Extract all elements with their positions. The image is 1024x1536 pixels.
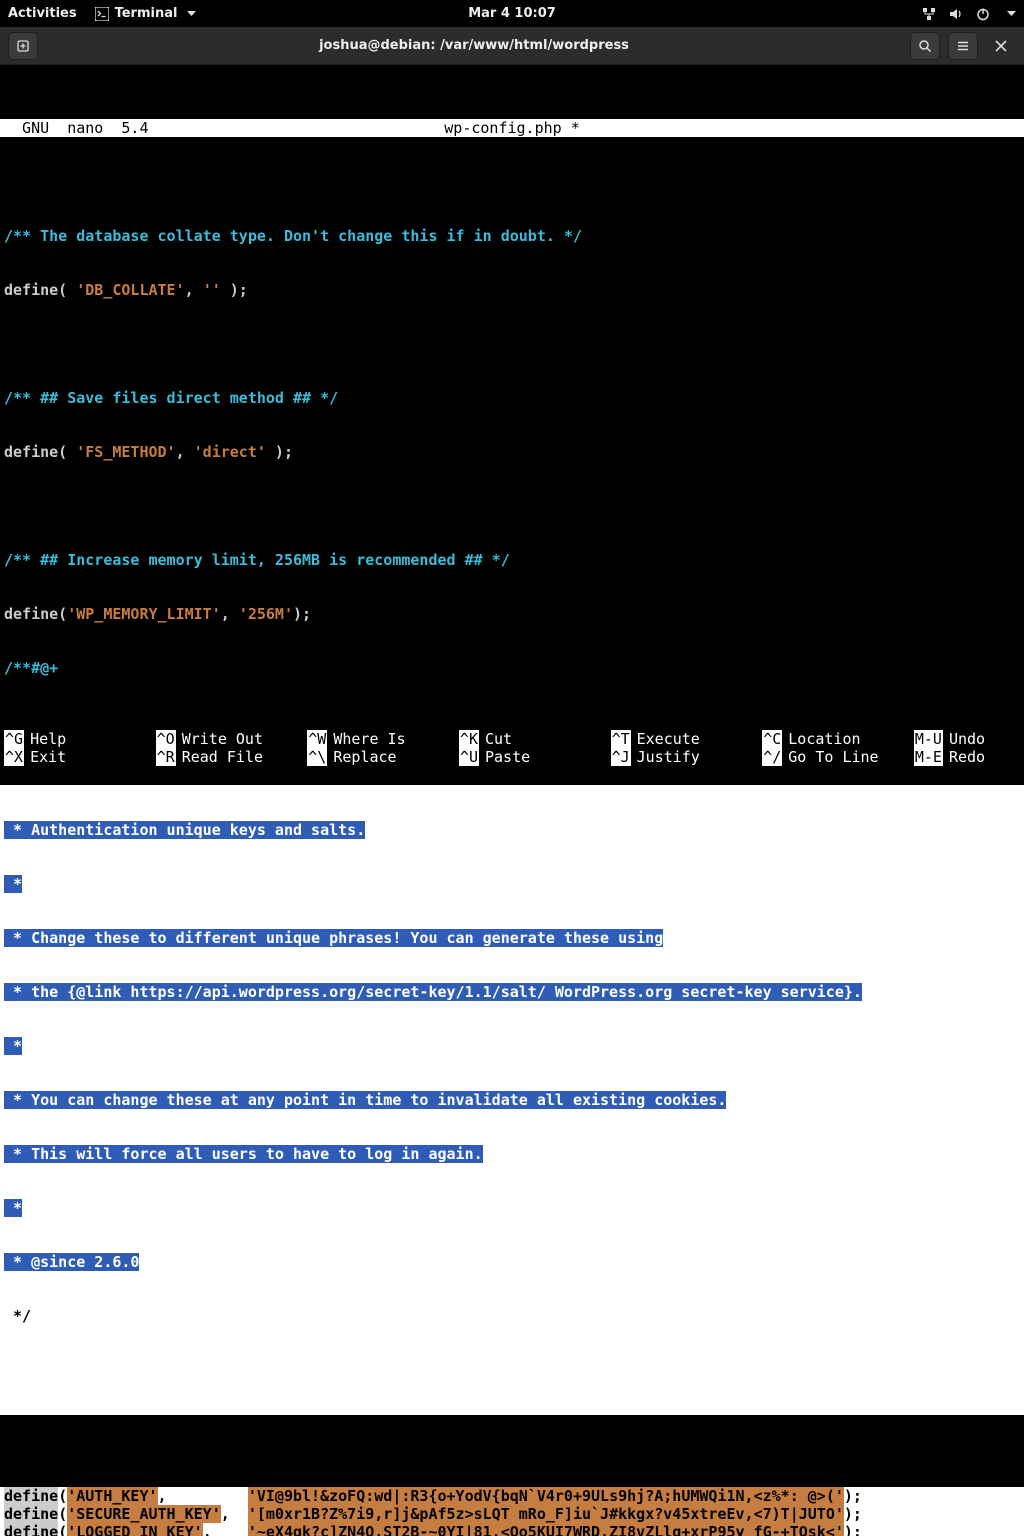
docblock-line: * xyxy=(4,1037,22,1055)
new-tab-button[interactable] xyxy=(8,32,38,60)
nano-header: GNU nano 5.4 wp-config.php * xyxy=(0,119,1024,137)
docblock-selection: * Authentication unique keys and salts. … xyxy=(0,785,1024,1415)
gnome-topbar: Activities Terminal Mar 4 10:07 xyxy=(0,0,1024,27)
docblock-line: */ xyxy=(4,1307,31,1325)
docblock-line: * Change these to different unique phras… xyxy=(4,929,663,947)
define-line: define('SECURE_AUTH_KEY', '[m0xr1B?Z%7i9… xyxy=(4,1505,1020,1523)
define-line: define('LOGGED_IN_KEY', '~eX4qk?c]ZN4O,S… xyxy=(4,1523,1020,1536)
new-tab-icon xyxy=(16,39,30,53)
nano-filename: wp-config.php * xyxy=(444,119,579,137)
app-menu[interactable]: Terminal xyxy=(95,6,197,21)
shortcut: ^\ Replace xyxy=(307,748,459,766)
terminal-icon xyxy=(95,7,109,21)
nano-version: GNU nano 5.4 xyxy=(4,119,149,137)
shortcut-label: Redo xyxy=(949,748,985,766)
shortcut: ^/ Go To Line xyxy=(762,748,914,766)
power-icon xyxy=(976,7,990,21)
shortcut-label: Help xyxy=(30,730,66,748)
shortcut-key: ^K xyxy=(459,730,479,748)
shortcut: ^J Justify xyxy=(611,748,763,766)
shortcut-label: Execute xyxy=(637,730,700,748)
shortcut: M-U Undo xyxy=(914,730,1020,748)
menu-button[interactable] xyxy=(948,32,978,60)
hamburger-icon xyxy=(956,39,970,53)
code-line: /** The database collate type. Don't cha… xyxy=(4,227,1020,245)
code-line: define( 'FS_METHOD', 'direct' ); xyxy=(4,443,1020,461)
shortcut-label: Undo xyxy=(949,730,985,748)
shortcut-key: M-U xyxy=(914,730,943,748)
docblock-line: * xyxy=(4,1199,22,1217)
chevron-down-icon xyxy=(1007,11,1016,17)
close-button[interactable] xyxy=(986,32,1016,60)
code-line xyxy=(4,497,1020,515)
shortcut-key: ^R xyxy=(156,748,176,766)
shortcut: ^G Help xyxy=(4,730,156,748)
shortcut-label: Location xyxy=(788,730,860,748)
terminal-viewport[interactable]: GNU nano 5.4 wp-config.php * /** The dat… xyxy=(0,65,1024,768)
shortcut-key: ^O xyxy=(156,730,176,748)
search-icon xyxy=(918,39,932,53)
code-line: /**#@+ xyxy=(4,659,1020,677)
shortcut-key: ^C xyxy=(762,730,782,748)
close-icon xyxy=(995,40,1007,52)
docblock-line: * Authentication unique keys and salts. xyxy=(4,821,365,839)
shortcut-label: Justify xyxy=(637,748,700,766)
shortcut: ^K Cut xyxy=(459,730,611,748)
clock[interactable]: Mar 4 10:07 xyxy=(468,6,556,21)
shortcut: ^U Paste xyxy=(459,748,611,766)
shortcut-key: M-E xyxy=(914,748,943,766)
shortcut-label: Cut xyxy=(485,730,512,748)
shortcut: M-E Redo xyxy=(914,748,1020,766)
docblock-line: * the {@link https://api.wordpress.org/s… xyxy=(4,983,862,1001)
editor-area[interactable]: /** The database collate type. Don't cha… xyxy=(0,191,1024,713)
shortcut: ^O Write Out xyxy=(156,730,308,748)
shortcut-key: ^W xyxy=(307,730,327,748)
shortcut-label: Go To Line xyxy=(788,748,878,766)
code-line: /** ## Save files direct method ## */ xyxy=(4,389,1020,407)
shortcut: ^X Exit xyxy=(4,748,156,766)
shortcut-key: ^/ xyxy=(762,748,782,766)
shortcut: ^T Execute xyxy=(611,730,763,748)
shortcut: ^C Location xyxy=(762,730,914,748)
shortcut-key: ^G xyxy=(4,730,24,748)
shortcut-key: ^J xyxy=(611,748,631,766)
shortcut-key: ^T xyxy=(611,730,631,748)
window-title: joshua@debian: /var/www/html/wordpress xyxy=(46,38,902,53)
shortcut-key: ^U xyxy=(459,748,479,766)
shortcut-label: Write Out xyxy=(182,730,263,748)
docblock-line: * You can change these at any point in t… xyxy=(4,1091,726,1109)
defines-block: define('AUTH_KEY', 'VI@9bl!&zoFQ:wd|:R3{… xyxy=(0,1487,1024,1536)
code-line: define( 'DB_COLLATE', '' ); xyxy=(4,281,1020,299)
shortcut-key: ^X xyxy=(4,748,24,766)
chevron-down-icon xyxy=(187,11,196,17)
shortcut-label: Exit xyxy=(30,748,66,766)
network-icon xyxy=(922,7,936,21)
shortcut-label: Read File xyxy=(182,748,263,766)
define-line: define('AUTH_KEY', 'VI@9bl!&zoFQ:wd|:R3{… xyxy=(4,1487,1020,1505)
shortcut: ^R Read File xyxy=(156,748,308,766)
code-line: define('WP_MEMORY_LIMIT', '256M'); xyxy=(4,605,1020,623)
docblock-line: * xyxy=(4,875,22,893)
nano-shortcuts: ^G Help ^O Write Out ^W Where Is ^K Cut ^T Execut… xyxy=(0,730,1024,768)
app-menu-label: Terminal xyxy=(115,6,178,21)
shortcut-label: Where Is xyxy=(333,730,405,748)
system-tray[interactable] xyxy=(922,7,1016,21)
code-line xyxy=(4,335,1020,353)
activities-button[interactable]: Activities xyxy=(8,6,77,21)
shortcut-key: ^\ xyxy=(307,748,327,766)
window-titlebar: joshua@debian: /var/www/html/wordpress xyxy=(0,27,1024,65)
docblock-line: * @since 2.6.0 xyxy=(4,1253,139,1271)
search-button[interactable] xyxy=(910,32,940,60)
shortcut-label: Paste xyxy=(485,748,530,766)
shortcut-label: Replace xyxy=(333,748,396,766)
volume-icon xyxy=(949,7,963,21)
docblock-line: * This will force all users to have to l… xyxy=(4,1145,483,1163)
shortcut: ^W Where Is xyxy=(307,730,459,748)
code-line: /** ## Increase memory limit, 256MB is r… xyxy=(4,551,1020,569)
